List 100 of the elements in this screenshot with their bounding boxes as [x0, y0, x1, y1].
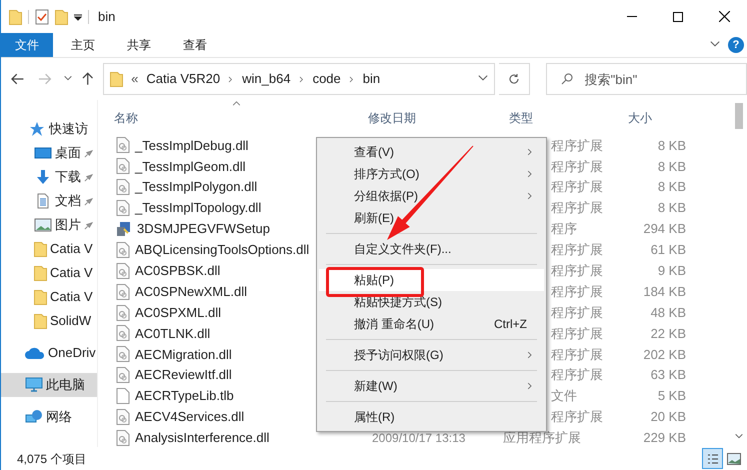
scrollbar-thumb[interactable]	[734, 103, 742, 129]
column-header[interactable]: 名称	[114, 109, 360, 127]
column-header[interactable]: 大小	[622, 109, 682, 127]
sidebar-item[interactable]: OneDriv	[1, 341, 97, 365]
path-segment[interactable]: Catia V5R20	[146, 69, 220, 89]
menu-item[interactable]: 新建(W)	[319, 375, 544, 397]
menu-item[interactable]: 分组依据(P)	[319, 185, 544, 207]
ribbon-tab[interactable]: 文件	[1, 33, 53, 57]
file-name[interactable]: _TessImplPolygon.dll	[135, 177, 258, 197]
file-name[interactable]: AC0SPBSK.dll	[135, 261, 220, 281]
window-title: bin	[98, 8, 116, 26]
file-name[interactable]: AECRTypeLib.tlb	[135, 386, 234, 406]
sort-ascending-icon	[232, 101, 241, 106]
pin-icon	[84, 220, 93, 230]
menu-item[interactable]: 粘贴快捷方式(S)	[319, 291, 544, 313]
ribbon-tab[interactable]: 查看	[169, 33, 221, 57]
download-arrow-icon	[34, 169, 52, 185]
file-size: 8 KB	[658, 200, 686, 216]
back-arrow-icon[interactable]	[11, 73, 24, 85]
column-header[interactable]: 类型	[503, 109, 622, 127]
sidebar-item[interactable]: 文档	[1, 189, 97, 213]
new-folder-icon	[55, 8, 68, 24]
search-field[interactable]: 搜索"bin"	[546, 63, 747, 95]
menu-item[interactable]: 撤消 重命名(U) Ctrl+Z	[319, 313, 544, 335]
sidebar-item[interactable]: Catia V	[1, 285, 97, 309]
file-name[interactable]: ABQLicensingToolsOptions.dll	[135, 240, 310, 260]
file-name[interactable]: AC0TLNK.dll	[135, 324, 210, 344]
dll-file-icon	[116, 179, 130, 196]
file-type: 程序	[551, 221, 577, 236]
menu-item[interactable]: 查看(V)	[319, 141, 544, 163]
file-name[interactable]: AC0SPXML.dll	[135, 302, 221, 322]
large-icons-view-icon[interactable]	[727, 452, 741, 464]
file-size: 5 KB	[658, 388, 686, 404]
dll-file-icon	[116, 137, 130, 154]
file-name[interactable]: AECReviewItf.dll	[135, 365, 232, 385]
ribbon-tab[interactable]: 共享	[113, 33, 165, 57]
path-overflow[interactable]: «	[131, 69, 138, 89]
sidebar-item[interactable]: Catia V	[1, 261, 97, 285]
menu-item[interactable]: 刷新(E)	[319, 207, 544, 229]
file-name[interactable]: AC0SPNewXML.dll	[135, 282, 247, 302]
network-icon	[25, 409, 43, 425]
menu-item[interactable]: 自定义文件夹(F)...	[319, 238, 544, 260]
details-view-icon[interactable]	[702, 448, 723, 469]
search-icon	[560, 73, 573, 85]
path-segment[interactable]: bin	[362, 69, 380, 89]
file-size: 8 KB	[658, 158, 686, 174]
dll-file-icon	[116, 367, 130, 384]
file-type: 程序扩展	[551, 284, 603, 299]
sidebar-item[interactable]: 桌面	[1, 141, 97, 165]
sidebar-item[interactable]: 网络	[1, 405, 97, 429]
up-arrow-icon[interactable]	[82, 72, 94, 86]
file-icon	[116, 388, 130, 404]
sidebar-item[interactable]: 图片	[1, 213, 97, 237]
dll-file-icon	[116, 430, 130, 446]
path-segment[interactable]: win_b64	[242, 69, 291, 89]
refresh-button[interactable]	[499, 63, 530, 95]
file-type: 程序扩展	[551, 138, 603, 153]
sidebar-item[interactable]: 快速访	[1, 117, 97, 141]
monitor-icon	[25, 377, 43, 393]
star-icon	[28, 121, 46, 137]
dropdown-icon[interactable]	[74, 12, 82, 20]
file-name[interactable]: AnalysisInterference.dll	[135, 428, 270, 448]
pin-icon	[84, 196, 93, 206]
file-size: 229 KB	[643, 430, 686, 446]
address-field[interactable]: « Catia V5R20 win_b64 code bin	[103, 63, 496, 95]
sidebar-item[interactable]: 此电脑	[1, 373, 97, 397]
path-separator-icon	[348, 74, 355, 84]
path-segment[interactable]: code	[312, 69, 341, 89]
file-type: 文件	[551, 388, 577, 404]
file-size: 61 KB	[650, 242, 686, 258]
item-count: 4,075 个项目	[17, 450, 86, 468]
file-name[interactable]: _TessImplGeom.dll	[135, 156, 246, 176]
file-size: 202 KB	[643, 346, 686, 362]
file-type: 程序扩展	[551, 367, 603, 382]
file-name[interactable]: _TessImplTopology.dll	[135, 198, 262, 218]
file-name[interactable]: AECMigration.dll	[135, 344, 232, 364]
sidebar-item[interactable]: Catia V	[1, 237, 97, 261]
file-size: 9 KB	[658, 263, 686, 278]
file-size: 294 KB	[643, 221, 686, 236]
folder-icon	[34, 265, 47, 281]
file-name[interactable]: _TessImplDebug.dll	[135, 136, 248, 156]
file-size: 8 KB	[658, 179, 686, 194]
dll-file-icon	[116, 304, 130, 321]
recent-locations-icon	[64, 75, 72, 83]
sidebar-item[interactable]: 下载	[1, 165, 97, 189]
menu-item[interactable]: 排序方式(O)	[319, 163, 544, 185]
column-header[interactable]: 修改日期	[360, 109, 503, 127]
file-size: 22 KB	[650, 326, 686, 341]
file-type: 程序扩展	[551, 242, 603, 258]
file-type: 程序扩展	[551, 158, 603, 174]
file-name[interactable]: AECV4Services.dll	[135, 407, 244, 427]
file-name[interactable]: 3DSMJPEGVFWSetup	[137, 219, 270, 239]
ribbon-tab[interactable]: 主页	[57, 33, 109, 57]
menu-item[interactable]: 授予访问权限(G)	[319, 344, 544, 366]
help-icon[interactable]: ?	[728, 37, 744, 53]
sidebar-item[interactable]: SolidW	[1, 309, 97, 333]
menu-item[interactable]: 属性(R)	[319, 406, 544, 428]
properties-icon[interactable]	[35, 8, 49, 24]
menu-item[interactable]: 粘贴(P)	[319, 269, 544, 291]
pin-icon	[84, 172, 93, 182]
